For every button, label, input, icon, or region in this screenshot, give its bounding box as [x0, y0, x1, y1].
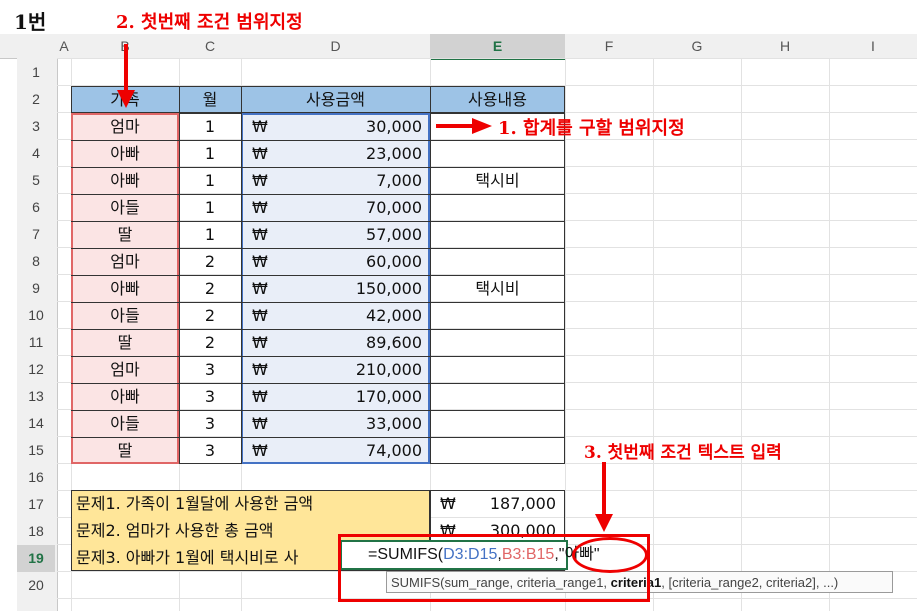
arrow-down-step3 [595, 462, 613, 532]
annotation-arrows [117, 44, 613, 532]
arrow-down-step2 [117, 44, 135, 108]
arrow-right-step1 [436, 118, 492, 134]
